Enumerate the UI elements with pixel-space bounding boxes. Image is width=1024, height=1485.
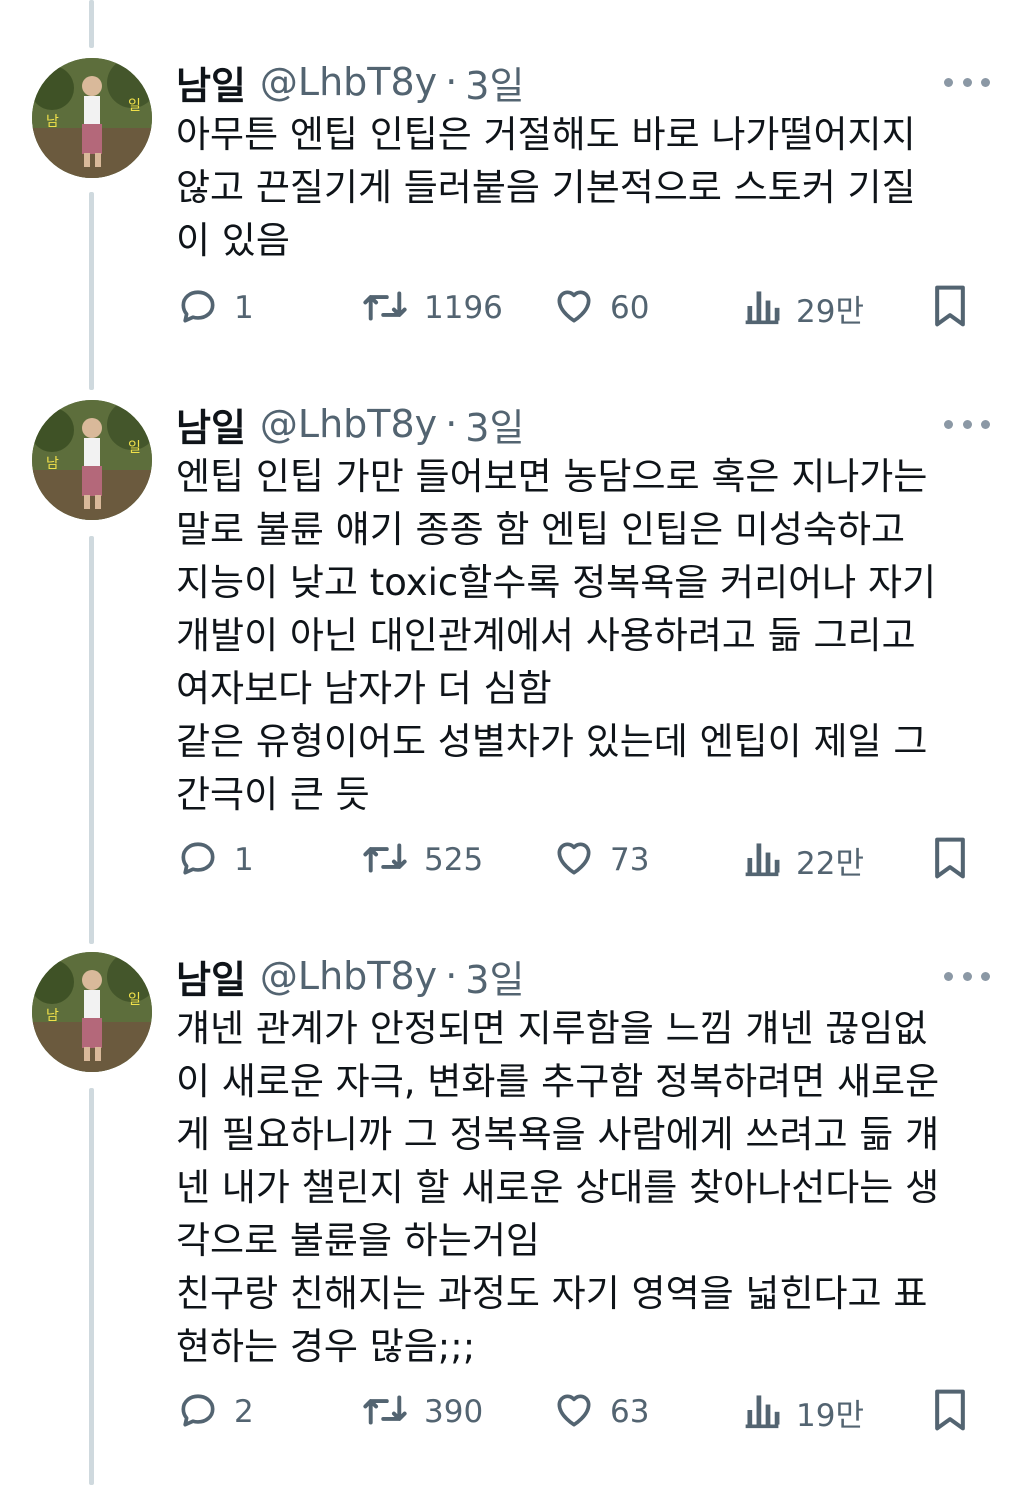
- avatar[interactable]: 남 일: [32, 400, 152, 520]
- tweet-line: 않고 끈질기게 들러붙음 기본적으로 스토커 기질: [176, 166, 916, 209]
- retweet-icon: [360, 1388, 410, 1436]
- like-button[interactable]: 60: [552, 282, 649, 334]
- reply-count: 1: [234, 842, 254, 878]
- separator: ·: [445, 402, 458, 446]
- bookmark-icon: [928, 834, 972, 886]
- tweet-text: 엔팁 인팁 가만 들어보면 농담으로 혹은 지나가는 말로 불륜 얘기 종종 함…: [176, 450, 976, 821]
- retweet-button[interactable]: 390: [360, 1386, 483, 1438]
- tweet-line: 각으로 불륜을 하는거임: [176, 1219, 540, 1262]
- view-count: 19만: [796, 1397, 864, 1434]
- tweet-line: 이 새로운 자극, 변화를 추구함 정복하려면 새로운: [176, 1060, 940, 1103]
- tweet-line: 같은 유형이어도 성별차가 있는데 엔팁이 제일 그: [176, 720, 928, 763]
- separator: ·: [445, 954, 458, 998]
- bookmark-button[interactable]: [928, 834, 972, 886]
- tweet-line: 넨 내가 챌린지 할 새로운 상대를 찾아나선다는 생: [176, 1166, 940, 1209]
- view-count: 22만: [796, 845, 864, 882]
- svg-text:남: 남: [46, 456, 59, 472]
- tweet-line: 말로 불륜 얘기 종종 함 엔팁 인팁은 미성숙하고: [176, 508, 906, 551]
- retweet-icon: [360, 284, 410, 332]
- separator: ·: [445, 60, 458, 104]
- retweet-count: 1196: [424, 290, 503, 326]
- views-button[interactable]: 29만: [742, 282, 864, 334]
- tweet-line: 지능이 낮고 toxic할수록 정복욕을 커리어나 자기: [176, 561, 937, 604]
- heart-icon: [552, 284, 596, 332]
- tweet-line: 개발이 아닌 대인관계에서 사용하려고 듦 그리고: [176, 614, 916, 657]
- bookmark-button[interactable]: [928, 282, 972, 334]
- view-count: 29만: [796, 293, 864, 330]
- retweet-button[interactable]: 1196: [360, 282, 503, 334]
- retweet-count: 390: [424, 1394, 484, 1430]
- timestamp[interactable]: 3일: [465, 55, 524, 110]
- tweet-actions: 1 1196 60 29만: [0, 282, 1024, 334]
- tweet-line: 여자보다 남자가 더 심함: [176, 667, 552, 710]
- tweet-line: 이 있음: [176, 219, 290, 262]
- tweet-header: 남일 @LhbT8y · 3일: [176, 58, 524, 108]
- retweet-icon: [360, 836, 410, 884]
- more-options-icon[interactable]: [944, 962, 990, 990]
- tweet-actions: 1 525 73 22만: [0, 834, 1024, 886]
- tweet-line: 친구랑 친해지는 과정도 자기 영역을 넓힌다고 표: [176, 1272, 928, 1315]
- reply-count: 2: [234, 1394, 254, 1430]
- avatar[interactable]: 남 일: [32, 58, 152, 178]
- analytics-icon: [742, 836, 782, 884]
- analytics-icon: [742, 284, 782, 332]
- bookmark-icon: [928, 282, 972, 334]
- retweet-button[interactable]: 525: [360, 834, 483, 886]
- tweet-header: 남일 @LhbT8y · 3일: [176, 952, 524, 1002]
- svg-text:남: 남: [46, 114, 59, 130]
- username[interactable]: @LhbT8y: [260, 60, 437, 104]
- like-count: 63: [610, 1394, 650, 1430]
- svg-text:남: 남: [46, 1008, 59, 1024]
- tweet-header: 남일 @LhbT8y · 3일: [176, 400, 524, 450]
- tweet-line: 현하는 경우 많음;;;: [176, 1325, 476, 1368]
- views-button[interactable]: 19만: [742, 1386, 864, 1438]
- username[interactable]: @LhbT8y: [260, 402, 437, 446]
- display-name[interactable]: 남일: [176, 397, 246, 452]
- username[interactable]: @LhbT8y: [260, 954, 437, 998]
- tweet-line: 걔넨 관계가 안정되면 지루함을 느낌 걔넨 끊임없: [176, 1007, 928, 1050]
- reply-button[interactable]: 1: [176, 834, 254, 886]
- reply-button[interactable]: 2: [176, 1386, 254, 1438]
- like-button[interactable]: 63: [552, 1386, 649, 1438]
- display-name[interactable]: 남일: [176, 55, 246, 110]
- tweet-line: 게 필요하니까 그 정복욕을 사람에게 쓰려고 듦 걔: [176, 1113, 940, 1156]
- svg-text:일: 일: [128, 992, 141, 1008]
- retweet-count: 525: [424, 842, 484, 878]
- timestamp[interactable]: 3일: [465, 397, 524, 452]
- timestamp[interactable]: 3일: [465, 949, 524, 1004]
- avatar[interactable]: 남 일: [32, 952, 152, 1072]
- tweet-line: 간극이 큰 듯: [176, 773, 370, 816]
- like-count: 73: [610, 842, 650, 878]
- analytics-icon: [742, 1388, 782, 1436]
- reply-count: 1: [234, 290, 254, 326]
- tweet-actions: 2 390 63 19만: [0, 1386, 1024, 1438]
- like-button[interactable]: 73: [552, 834, 649, 886]
- reply-icon: [176, 1388, 220, 1436]
- like-count: 60: [610, 290, 650, 326]
- tweet-text: 걔넨 관계가 안정되면 지루함을 느낌 걔넨 끊임없 이 새로운 자극, 변화를…: [176, 1002, 976, 1373]
- svg-text:일: 일: [128, 440, 141, 456]
- bookmark-icon: [928, 1386, 972, 1438]
- more-options-icon[interactable]: [944, 410, 990, 438]
- heart-icon: [552, 1388, 596, 1436]
- reply-icon: [176, 284, 220, 332]
- reply-button[interactable]: 1: [176, 282, 254, 334]
- thread-line: [89, 0, 94, 48]
- tweet-line: 아무튼 엔팁 인팁은 거절해도 바로 나가떨어지지: [176, 113, 916, 156]
- svg-text:일: 일: [128, 98, 141, 114]
- heart-icon: [552, 836, 596, 884]
- tweet-line: 엔팁 인팁 가만 들어보면 농담으로 혹은 지나가는: [176, 455, 928, 498]
- bookmark-button[interactable]: [928, 1386, 972, 1438]
- views-button[interactable]: 22만: [742, 834, 864, 886]
- tweet-text: 아무튼 엔팁 인팁은 거절해도 바로 나가떨어지지 않고 끈질기게 들러붙음 기…: [176, 108, 976, 267]
- more-options-icon[interactable]: [944, 68, 990, 96]
- display-name[interactable]: 남일: [176, 949, 246, 1004]
- reply-icon: [176, 836, 220, 884]
